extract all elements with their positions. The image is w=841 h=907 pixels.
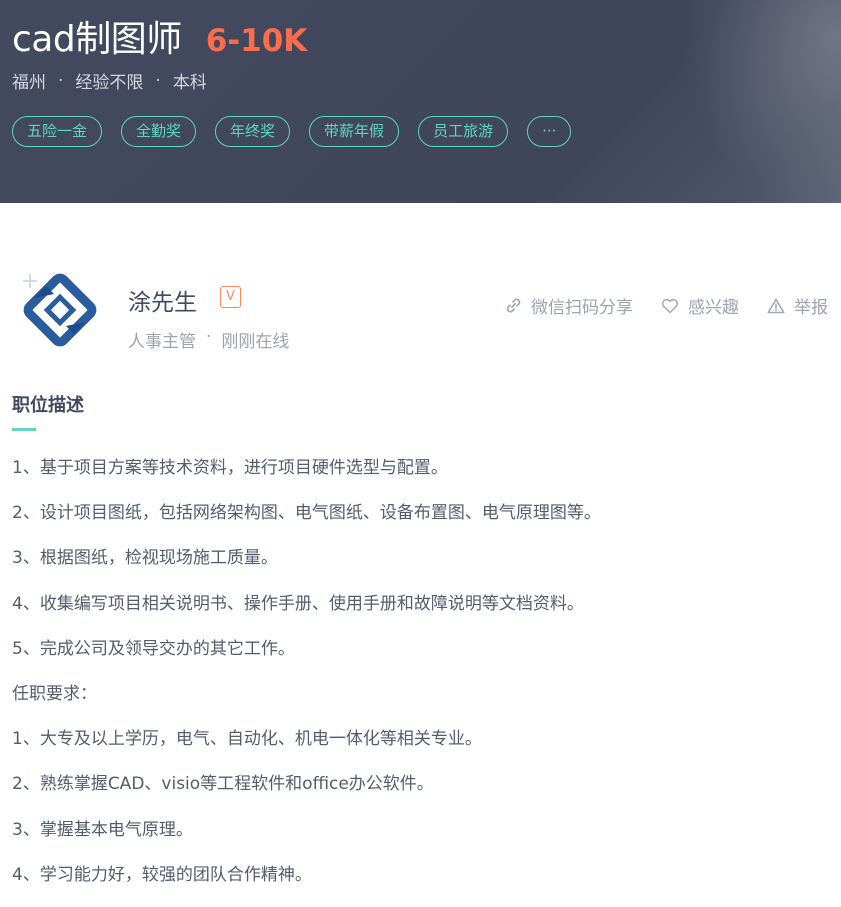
job-city: 福州 — [12, 73, 46, 93]
header-glow-decoration — [681, 0, 841, 203]
benefit-tag: 员工旅游 — [418, 116, 509, 147]
meta-separator: · — [58, 70, 64, 91]
description-line: 2、熟练掌握CAD、visio等工程软件和office办公软件。 — [12, 774, 434, 795]
share-button[interactable]: 微信扫码分享 — [505, 293, 633, 318]
description-line: 5、完成公司及领导交办的其它工作。 — [12, 638, 295, 659]
info-separator: · — [206, 327, 212, 347]
description-line: 1、基于项目方案等技术资料，进行项目硬件选型与配置。 — [12, 458, 448, 478]
company-logo — [23, 273, 97, 347]
job-description: 1、基于项目方案等技术资料，进行项目硬件选型与配置。 2、设计项目图纸，包括网络… — [12, 455, 832, 907]
recruiter-info: 人事主管 · 刚刚在线 — [128, 327, 289, 352]
heart-icon — [661, 298, 679, 313]
job-education: 本科 — [172, 73, 207, 93]
verified-badge: V — [220, 286, 241, 308]
description-line: 4、学习能力好，较强的团队合作精神。 — [12, 864, 312, 885]
salary: 6-10K — [205, 23, 308, 59]
report-label: 举报 — [794, 298, 828, 318]
section-title: 职位描述 — [12, 395, 84, 416]
benefit-tag: 年终奖 — [215, 116, 291, 147]
link-icon — [506, 298, 521, 313]
warning-icon — [767, 298, 785, 313]
benefit-tag: 全勤奖 — [121, 116, 197, 147]
benefit-tag: 带薪年假 — [309, 116, 400, 147]
interest-button[interactable]: 感兴趣 — [661, 293, 739, 318]
recruiter-role: 人事主管 — [128, 332, 196, 352]
interest-label: 感兴趣 — [688, 298, 739, 318]
share-label: 微信扫码分享 — [531, 298, 633, 318]
recruiter-name: 涂先生 — [128, 290, 197, 316]
job-header: cad制图师 6-10K 福州 · 经验不限 · 本科 五险一金 全勤奖 年终奖… — [0, 0, 841, 203]
job-title: cad制图师 — [12, 19, 182, 60]
description-line: 2、设计项目图纸，包括网络架构图、电气图纸、设备布置图、电气原理图等。 — [12, 503, 601, 524]
job-experience: 经验不限 — [75, 73, 144, 93]
description-line: 1、大专及以上学历，电气、自动化、机电一体化等相关专业。 — [12, 729, 482, 750]
report-button[interactable]: 举报 — [767, 293, 828, 318]
job-actions: 微信扫码分享 感兴趣 举报 — [477, 293, 828, 318]
more-tags-button[interactable]: ··· — [527, 116, 572, 147]
description-line: 任职要求： — [12, 683, 97, 704]
benefit-tag: 五险一金 — [12, 116, 103, 147]
description-line: 3、根据图纸，检视现场施工质量。 — [12, 548, 278, 569]
description-line: 3、掌握基本电气原理。 — [12, 819, 193, 840]
section-underline — [12, 428, 36, 431]
description-line: 4、收集编写项目相关说明书、操作手册、使用手册和故障说明等文档资料。 — [12, 593, 584, 614]
recruiter-status: 刚刚在线 — [221, 332, 290, 352]
meta-separator: · — [155, 70, 161, 91]
